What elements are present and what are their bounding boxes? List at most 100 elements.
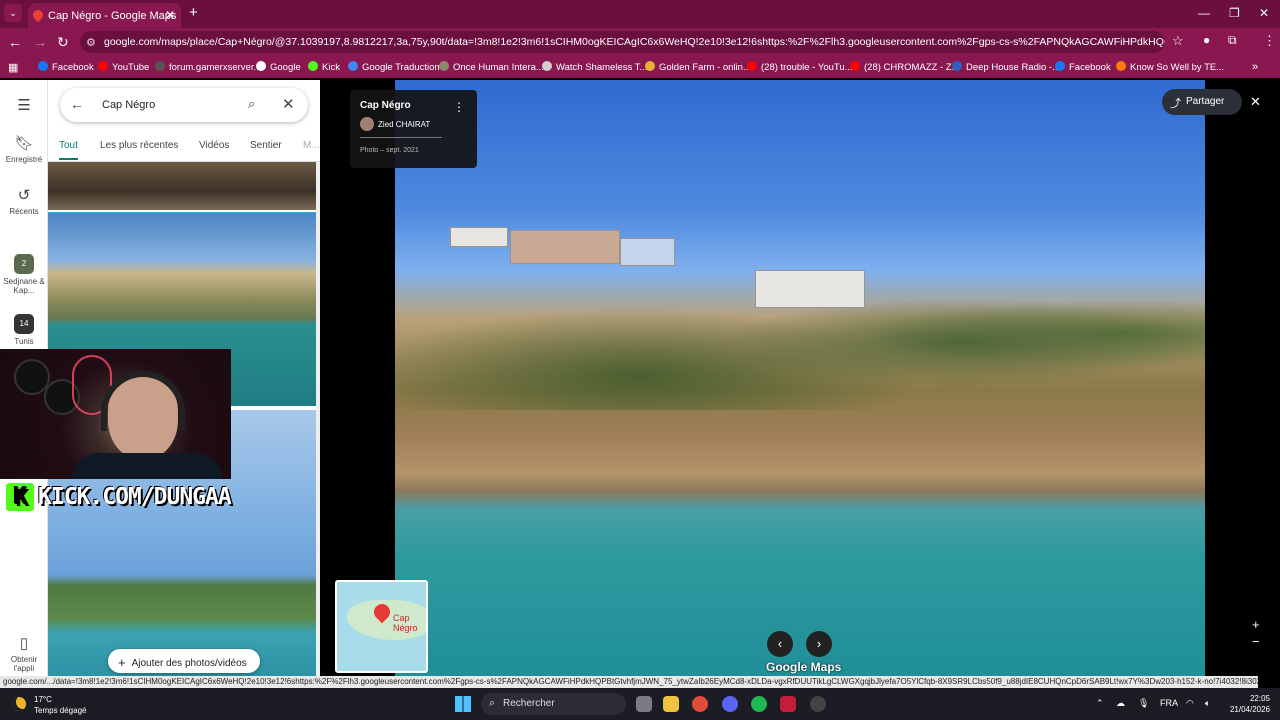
microphone-icon[interactable]: 🎙︎: [1138, 698, 1149, 709]
system-clock[interactable]: 22:05 21/04/2026: [1226, 693, 1270, 715]
bookmark-item[interactable]: YouTube: [98, 61, 149, 73]
file-explorer-icon[interactable]: [663, 696, 679, 712]
chrome-icon[interactable]: [692, 696, 708, 712]
bookmark-item[interactable]: Google: [256, 61, 301, 73]
recent-place-label: Sedjnane & Kap...: [3, 277, 45, 295]
avatar: [360, 117, 374, 131]
new-tab-button[interactable]: +: [189, 4, 198, 21]
photo-thumbnail[interactable]: [48, 162, 316, 210]
bookmark-item[interactable]: Know So Well by TE...: [1116, 61, 1224, 73]
minimap[interactable]: Cap Négro: [335, 580, 428, 673]
windows-start-icon[interactable]: [455, 696, 471, 712]
extensions-puzzle-icon[interactable]: ⧉: [1228, 33, 1237, 48]
search-query[interactable]: Cap Négro: [102, 99, 155, 111]
photo-place-title[interactable]: Cap Négro: [360, 100, 467, 111]
menu-button[interactable]: ☰: [0, 96, 48, 117]
photo-building: [755, 270, 865, 308]
tab-videos[interactable]: Vidéos: [199, 140, 229, 151]
back-arrow-icon[interactable]: ←: [70, 96, 84, 112]
bookmark-item[interactable]: Facebook: [38, 61, 94, 73]
bookmark-item[interactable]: Kick: [308, 61, 340, 73]
language-indicator[interactable]: FRA: [1160, 698, 1178, 708]
tab-recent[interactable]: Les plus récentes: [100, 140, 178, 151]
network-icon[interactable]: ☁: [1116, 698, 1125, 709]
wifi-icon[interactable]: ◠: [1186, 698, 1194, 709]
app-icon[interactable]: [780, 696, 796, 712]
add-photos-button[interactable]: + Ajouter des photos/vidéos: [108, 649, 260, 673]
photo-filter-tabs: Tout Les plus récentes Vidéos Sentier M.…: [48, 134, 320, 162]
tab-search-button[interactable]: ⌄: [4, 4, 22, 22]
more-bookmarks-icon[interactable]: »: [1252, 61, 1258, 73]
search-icon[interactable]: ⌕: [248, 96, 255, 112]
bookmark-favicon-icon: [98, 61, 108, 71]
bookmark-item[interactable]: Facebook: [1055, 61, 1111, 73]
kick-url: KICK.COM/DUNGAA: [38, 484, 232, 510]
bookmark-item[interactable]: Watch Shameless T...: [542, 61, 647, 73]
bookmark-item[interactable]: Google Traduction: [348, 61, 440, 73]
chrome-menu-icon[interactable]: ⋮: [1263, 33, 1276, 49]
share-icon: ⤴: [1170, 98, 1181, 110]
bookmark-item[interactable]: Golden Farm - onlin...: [645, 61, 751, 73]
restore-button[interactable]: ❐: [1229, 6, 1240, 20]
address-bar[interactable]: ⚙ google.com/maps/place/Cap+Négro/@37.10…: [80, 31, 1165, 53]
tray-overflow-icon[interactable]: ⌃: [1096, 698, 1104, 709]
back-button[interactable]: ←: [8, 34, 22, 50]
taskbar-search[interactable]: ⌕ Rechercher: [481, 693, 626, 715]
address-text: google.com/maps/place/Cap+Négro/@37.1039…: [104, 36, 1165, 48]
zoom-out-button[interactable]: −: [1252, 634, 1260, 649]
minimize-button[interactable]: —: [1198, 6, 1210, 20]
photo-info-card: Cap Négro Zied CHAIRAT Photo – sept. 202…: [350, 90, 477, 168]
obs-icon[interactable]: [810, 696, 826, 712]
window-close-button[interactable]: ✕: [1259, 6, 1269, 20]
bookmark-item[interactable]: (28) CHROMAZZ - Z...: [850, 61, 960, 73]
headphones: [101, 371, 185, 431]
share-button[interactable]: ⤴ Partager: [1162, 89, 1242, 115]
bookmark-item[interactable]: forum.gamerxserver...: [155, 61, 261, 73]
hamburger-icon: ☰: [17, 97, 31, 114]
apps-grid-icon[interactable]: ▦: [8, 61, 18, 74]
divider: [360, 137, 442, 138]
place-thumbnail: 2: [14, 254, 34, 274]
photo-viewer: [320, 80, 1280, 676]
photo-author[interactable]: Zied CHAIRAT: [360, 117, 467, 131]
bookmark-favicon-icon: [1116, 61, 1126, 71]
reload-button[interactable]: ↻: [57, 34, 69, 51]
recents-button[interactable]: ↺ Récents: [0, 186, 48, 216]
next-photo-button[interactable]: ›: [806, 631, 832, 657]
bookmark-item[interactable]: (28) trouble - YouTu...: [747, 61, 853, 73]
status-bar-url: google.com/.../data=!3m8!1e2!3m6!1sCIHM0…: [0, 676, 1258, 688]
place-thumbnail: 14: [14, 314, 34, 334]
tab-all[interactable]: Tout: [59, 140, 78, 160]
get-app-button[interactable]: ▯ Obtenir l'appli: [0, 634, 48, 673]
volume-icon[interactable]: 🔈︎: [1205, 698, 1210, 709]
active-tab[interactable]: Cap Négro - Google Maps ✕: [28, 3, 181, 28]
bookmark-item[interactable]: Deep House Radio -...: [952, 61, 1060, 73]
forward-button[interactable]: →: [33, 34, 47, 50]
zoom-in-button[interactable]: +: [1252, 617, 1260, 632]
task-view-icon[interactable]: [636, 696, 652, 712]
tab-more[interactable]: M...: [303, 140, 320, 151]
extension-icon[interactable]: ●: [1203, 33, 1210, 47]
main-photo[interactable]: [395, 80, 1205, 676]
bookmark-star-icon[interactable]: ☆: [1172, 33, 1184, 49]
minimap-place-label: Cap Négro: [393, 613, 418, 633]
tab-trail[interactable]: Sentier: [250, 140, 282, 151]
site-info-icon[interactable]: ⚙: [86, 36, 96, 49]
history-icon: ↺: [17, 187, 31, 204]
photo-building: [450, 227, 508, 247]
streamer-shirt: [72, 453, 222, 479]
google-maps-favicon-icon: [30, 7, 46, 23]
more-options-icon[interactable]: ⋮: [453, 100, 465, 114]
bookmark-favicon-icon: [38, 61, 48, 71]
tab-close-icon[interactable]: ✕: [165, 8, 175, 22]
recent-place-tunis[interactable]: 14 Tunis: [0, 314, 48, 346]
recent-place-sedjnane[interactable]: 2 Sedjnane & Kap...: [0, 254, 48, 295]
discord-icon[interactable]: [722, 696, 738, 712]
search-box[interactable]: ← Cap Négro ⌕ ✕: [60, 88, 308, 122]
bookmark-item[interactable]: Once Human Intera...: [439, 61, 544, 73]
clear-icon[interactable]: ✕: [282, 95, 295, 113]
spotify-icon[interactable]: [751, 696, 767, 712]
close-viewer-button[interactable]: ✕: [1250, 94, 1261, 110]
previous-photo-button[interactable]: ‹: [767, 631, 793, 657]
saved-button[interactable]: 🔖︎ Enregistré: [0, 134, 48, 164]
